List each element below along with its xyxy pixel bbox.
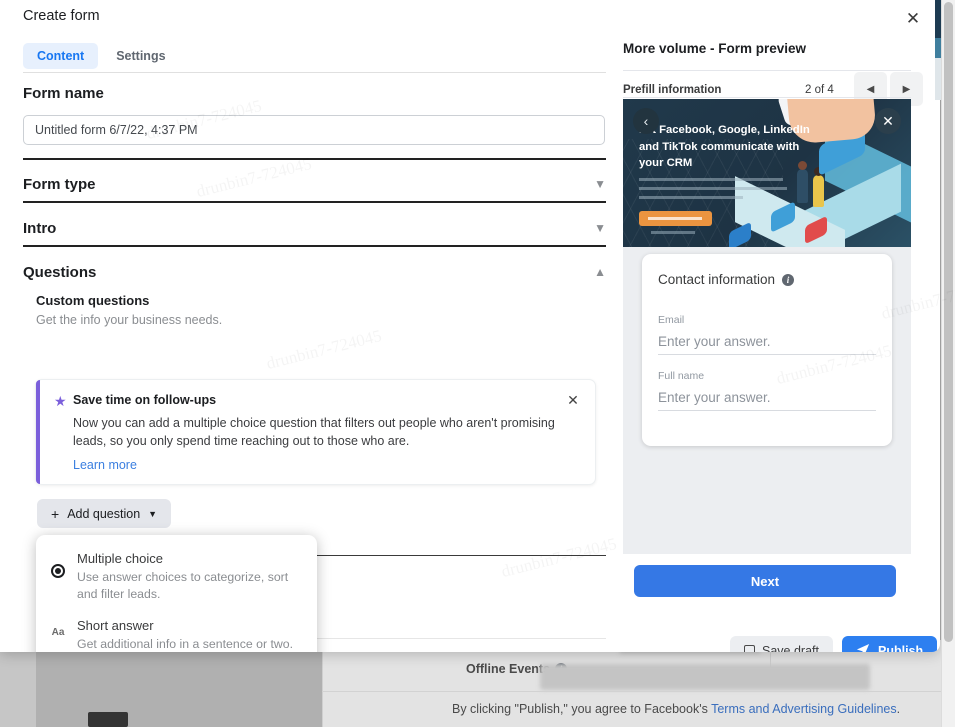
editor-tabs: Content Settings — [23, 43, 180, 69]
preview-field-full-name: Full name Enter your answer. — [658, 370, 876, 411]
scrollbar-thumb[interactable] — [944, 2, 953, 642]
menu-item-short-answer[interactable]: Aa Short answer Get additional info in a… — [36, 610, 317, 652]
preview-hero-image: Let Facebook, Google, LinkedIn and TikTo… — [623, 99, 911, 247]
hero-person-1 — [797, 161, 808, 203]
field-label: Full name — [658, 370, 705, 382]
custom-questions-subtitle: Get the info your business needs. — [36, 313, 223, 327]
callout-learn-more-link[interactable]: Learn more — [73, 458, 137, 472]
field-value[interactable]: Enter your answer. — [658, 390, 876, 411]
form-name-input[interactable] — [23, 115, 605, 145]
add-question-label: Add question — [67, 506, 141, 521]
text-aa-icon: Aa — [51, 626, 65, 638]
add-question-button[interactable]: + Add question ▼ — [37, 499, 172, 528]
menu-item-multiple-choice[interactable]: Multiple choice Use answer choices to ca… — [36, 543, 317, 610]
preview-next-cta-button[interactable]: Next — [634, 565, 896, 597]
radio-button-icon — [48, 550, 68, 578]
form-editor-panel: Content Settings Form name Form type ▼ I… — [0, 38, 620, 652]
create-form-dialog: Create form ✕ Content Settings Form name… — [0, 0, 940, 652]
background-horizontal-rule — [322, 691, 955, 692]
field-label: Email — [658, 314, 685, 326]
hero-cta-button — [639, 211, 712, 226]
add-question-menu: Multiple choice Use answer choices to ca… — [36, 535, 317, 652]
form-name-heading: Form name — [23, 85, 104, 102]
callout-title: Save time on follow-ups — [73, 393, 217, 407]
custom-questions-title: Custom questions — [36, 293, 150, 308]
chevron-down-icon: ▼ — [148, 508, 158, 519]
dialog-footer-actions: Save draft Publish — [730, 636, 938, 652]
field-value[interactable]: Enter your answer. — [658, 334, 876, 355]
preview-field-email: Email Enter your answer. — [658, 314, 876, 355]
callout-accent-bar — [36, 380, 40, 484]
chevron-down-icon: ▼ — [594, 177, 606, 191]
save-draft-label: Save draft — [762, 644, 819, 652]
section-intro[interactable]: Intro ▼ — [23, 210, 606, 246]
tabs-underline — [23, 72, 606, 73]
tab-settings[interactable]: Settings — [102, 43, 179, 69]
publish-button[interactable]: Publish — [841, 636, 938, 652]
screenshot-root: Offline Events i By clicking "Publish," … — [0, 0, 955, 727]
terms-link[interactable]: Terms and Advertising Guidelines — [711, 702, 897, 716]
background-taskbar-item — [88, 712, 128, 727]
section-form-type[interactable]: Form type ▼ — [23, 166, 606, 202]
hero-cta-note — [651, 231, 695, 234]
menu-item-desc: Get additional info in a sentence or two… — [77, 636, 294, 651]
background-divider-vertical — [322, 640, 323, 727]
section-divider-3 — [23, 245, 606, 247]
offline-events-text: Offline Events — [466, 662, 551, 676]
section-divider-2 — [23, 201, 606, 203]
contact-information-card: Contact information i Email Enter your a… — [642, 254, 892, 446]
publish-label: Publish — [877, 644, 924, 652]
vertical-scrollbar[interactable] — [941, 0, 955, 727]
contact-card-title: Contact information i — [658, 272, 795, 287]
menu-item-title: Multiple choice — [77, 551, 163, 566]
tab-content[interactable]: Content — [23, 43, 99, 69]
preview-canvas: Let Facebook, Google, LinkedIn and TikTo… — [623, 99, 911, 554]
send-icon — [856, 643, 870, 652]
preview-divider — [623, 70, 911, 71]
plus-icon: + — [51, 505, 60, 522]
section-questions-label: Questions — [23, 263, 97, 281]
chevron-down-icon: ▼ — [594, 221, 606, 235]
section-questions[interactable]: Questions ▲ — [23, 254, 606, 290]
background-blurred-row — [540, 664, 870, 690]
dialog-title: Create form — [23, 8, 100, 24]
terms-prefix: By clicking "Publish," you agree to Face… — [452, 702, 712, 716]
back-arrow-icon[interactable]: ‹ — [633, 108, 659, 134]
menu-item-title: Short answer — [77, 617, 154, 633]
section-form-type-label: Form type — [23, 175, 96, 193]
form-preview-panel: More volume - Form preview Prefill infor… — [620, 30, 940, 652]
hero-person-2 — [813, 167, 824, 207]
preview-divider-2 — [623, 97, 911, 98]
section-intro-label: Intro — [23, 219, 57, 237]
preview-title: More volume - Form preview — [623, 41, 807, 56]
contact-card-title-text: Contact information — [658, 272, 776, 287]
menu-item-desc: Use answer choices to categorize, sort a… — [77, 569, 289, 601]
background-left-panel — [0, 648, 36, 727]
star-icon: ★ — [54, 393, 67, 409]
section-divider-1 — [23, 158, 606, 160]
hero-paragraph-placeholder — [639, 177, 791, 204]
terms-suffix: . — [896, 702, 901, 716]
callout-close-button[interactable]: ✕ — [562, 389, 584, 411]
close-dialog-button[interactable]: ✕ — [900, 6, 926, 32]
terms-text: By clicking "Publish," you agree to Face… — [452, 702, 900, 716]
callout-body: Now you can add a multiple choice questi… — [73, 416, 555, 449]
info-icon[interactable]: i — [782, 273, 795, 286]
document-icon — [744, 644, 755, 652]
close-icon[interactable]: ✕ — [875, 108, 901, 134]
chevron-up-icon: ▲ — [594, 265, 606, 279]
promo-callout: ★ Save time on follow-ups ✕ Now you can … — [35, 379, 596, 485]
hero-headline: Let Facebook, Google, LinkedIn and TikTo… — [639, 124, 810, 170]
save-draft-button[interactable]: Save draft — [730, 636, 833, 652]
